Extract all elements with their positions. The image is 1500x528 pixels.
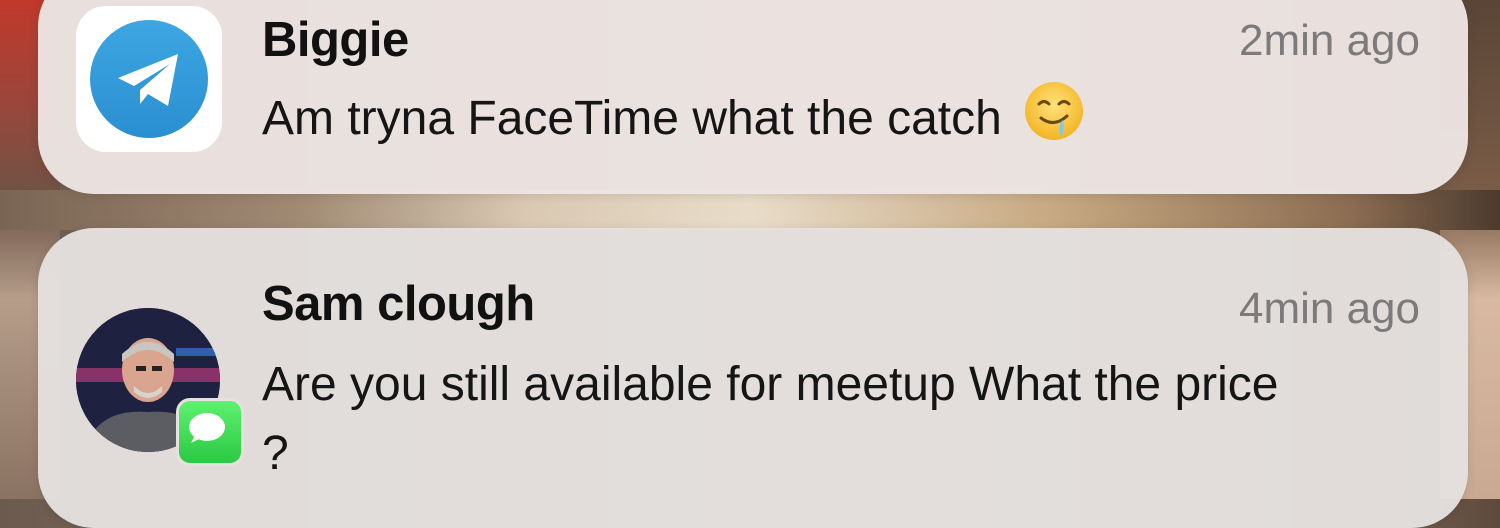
notification-message: Are you still available for meetup What … — [262, 358, 1279, 480]
notification-time: 4min ago — [1238, 284, 1420, 333]
telegram-icon — [76, 6, 222, 152]
messages-icon — [176, 398, 244, 466]
notification-telegram[interactable]: Biggie 2min ago Am tryna FaceTime what t… — [38, 0, 1468, 194]
notification-message: Am tryna FaceTime what the catch — [262, 80, 1302, 153]
notification-sender: Biggie — [262, 13, 409, 67]
notification-message-text: Am tryna FaceTime what the catch — [262, 92, 1002, 145]
notification-time: 2min ago — [1238, 16, 1420, 65]
wallpaper-strip — [0, 190, 1500, 230]
notification-sender: Sam clough — [262, 277, 535, 331]
drooling-face-emoji — [1025, 82, 1084, 140]
notification-messages[interactable]: Sam clough 4min ago Are you still availa… — [38, 228, 1468, 528]
telegram-logo — [90, 20, 208, 138]
